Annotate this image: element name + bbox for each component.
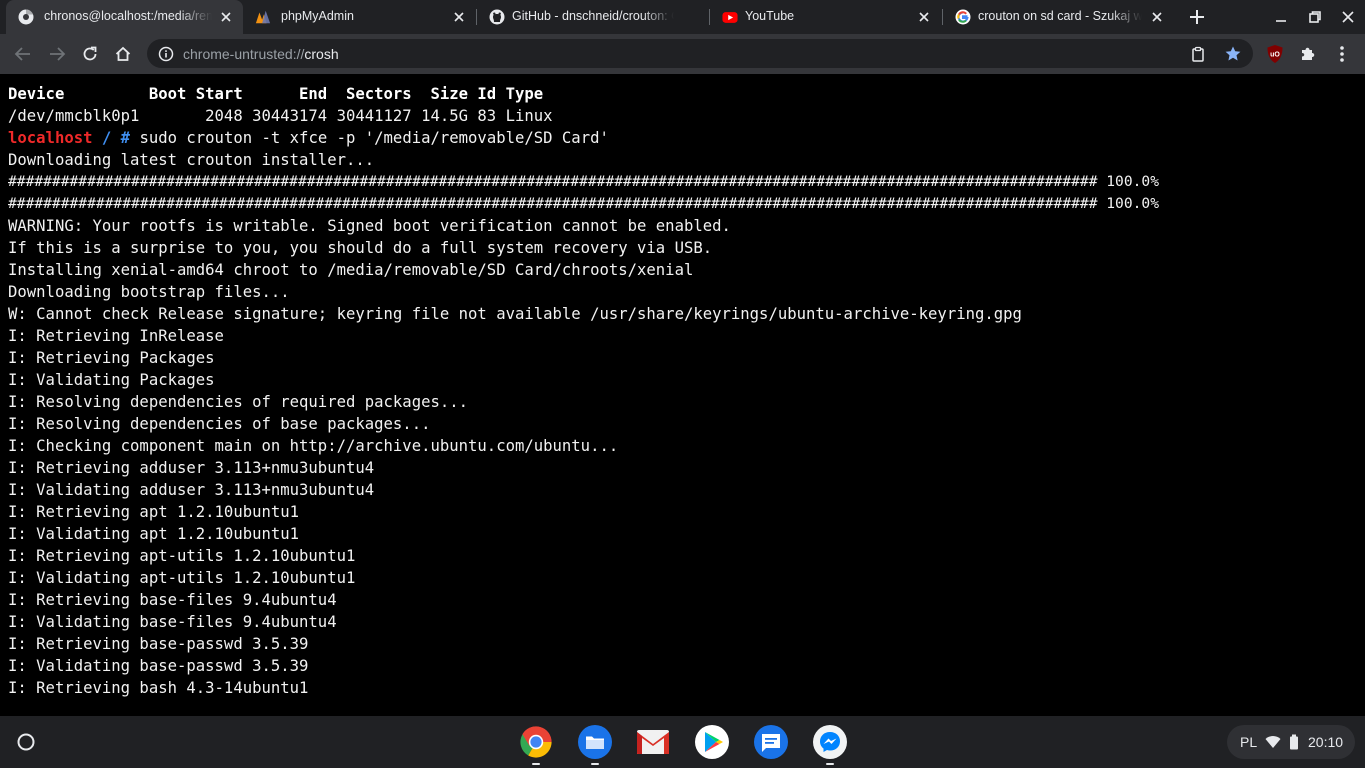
- terminal-progress-line: ########################################…: [8, 195, 1159, 212]
- battery-icon: [1286, 734, 1302, 750]
- terminal-line: I: Validating apt-utils 1.2.10ubuntu1: [8, 569, 356, 587]
- running-indicator: [591, 763, 599, 765]
- input-language: PL: [1240, 734, 1258, 750]
- bookmark-star-icon[interactable]: [1223, 44, 1243, 64]
- close-tab-icon[interactable]: [219, 10, 233, 24]
- tab-title: GitHub - dnschneid/crouton: Chromium OS: [512, 9, 674, 23]
- google-icon: [955, 9, 971, 25]
- wifi-icon: [1265, 734, 1281, 750]
- launcher-button[interactable]: [11, 727, 41, 757]
- url-scheme: chrome-untrusted://: [183, 46, 305, 62]
- clock: 20:10: [1308, 734, 1344, 750]
- new-tab-button[interactable]: [1187, 7, 1207, 27]
- terminal-line: I: Retrieving adduser 3.113+nmu3ubuntu4: [8, 459, 375, 477]
- messenger-icon[interactable]: [812, 724, 848, 760]
- terminal-line: I: Validating base-files 9.4ubuntu4: [8, 613, 337, 631]
- chrome-icon[interactable]: [518, 724, 554, 760]
- terminal-line: I: Retrieving InRelease: [8, 327, 224, 345]
- status-tray[interactable]: PL 20:10: [1227, 725, 1355, 759]
- terminal-line: WARNING: Your rootfs is writable. Signed…: [8, 217, 731, 235]
- clipboard-icon[interactable]: [1188, 44, 1208, 64]
- menu-kebab-icon[interactable]: [1331, 43, 1353, 65]
- reload-icon[interactable]: [79, 43, 101, 65]
- terminal-line: I: Resolving dependencies of required pa…: [8, 393, 469, 411]
- close-tab-icon[interactable]: [1150, 10, 1164, 24]
- back-arrow-icon[interactable]: [12, 43, 34, 65]
- terminal-line: Downloading bootstrap files...: [8, 283, 290, 301]
- running-indicator: [532, 763, 540, 765]
- terminal-prompt-line: localhost / # sudo crouton -t xfce -p '/…: [8, 127, 609, 149]
- terminal-line: Downloading latest crouton installer...: [8, 151, 375, 169]
- tab-title: phpMyAdmin: [281, 9, 354, 23]
- tab-title: crouton on sd card - Szukaj w Google: [978, 9, 1142, 23]
- tab-youtube[interactable]: YouTube: [710, 0, 943, 34]
- url-text: chrome-untrusted://crosh: [183, 46, 339, 62]
- tab-github[interactable]: GitHub - dnschneid/crouton: Chromium OS: [477, 0, 710, 34]
- svg-text:uO: uO: [1270, 52, 1280, 59]
- terminal-line: I: Validating base-passwd 3.5.39: [8, 657, 309, 675]
- terminal-line: I: Retrieving base-files 9.4ubuntu4: [8, 591, 337, 609]
- terminal-line: /dev/mmcblk0p1 2048 30443174 30441127 14…: [8, 107, 553, 125]
- terminal-progress-line: ########################################…: [8, 173, 1159, 190]
- terminal-line: I: Retrieving Packages: [8, 349, 215, 367]
- prompt-path: / #: [101, 129, 131, 147]
- terminal-line: I: Checking component main on http://arc…: [8, 437, 619, 455]
- ublock-origin-icon[interactable]: uO: [1264, 43, 1286, 65]
- prompt-command: sudo crouton -t xfce -p '/media/removabl…: [130, 129, 609, 147]
- tab-crosh[interactable]: chronos@localhost:/media/removable: [6, 0, 243, 34]
- shelf: PL 20:10: [0, 716, 1365, 768]
- tab-title: chronos@localhost:/media/removable: [44, 9, 212, 23]
- tab-strip: chronos@localhost:/media/removable phpMy…: [0, 0, 1365, 34]
- tab-google-search[interactable]: crouton on sd card - Szukaj w Google: [943, 0, 1176, 34]
- close-tab-icon[interactable]: [452, 10, 466, 24]
- browser-toolbar: chrome-untrusted://crosh uO: [0, 34, 1365, 74]
- address-bar[interactable]: chrome-untrusted://crosh: [147, 39, 1253, 68]
- terminal-line: I: Validating Packages: [8, 371, 215, 389]
- messages-icon[interactable]: [753, 724, 789, 760]
- terminal-output[interactable]: Device Boot Start End Sectors Size Id Ty…: [0, 74, 1365, 716]
- forward-arrow-icon[interactable]: [46, 43, 68, 65]
- youtube-icon: [722, 9, 738, 25]
- github-icon: [489, 9, 505, 25]
- url-host: crosh: [304, 46, 339, 62]
- terminal-line: If this is a surprise to you, you should…: [8, 239, 713, 257]
- terminal-line: I: Retrieving apt 1.2.10ubuntu1: [8, 503, 300, 521]
- restore-icon[interactable]: [1306, 8, 1324, 26]
- terminal-line: I: Validating apt 1.2.10ubuntu1: [8, 525, 300, 543]
- terminal-line: Installing xenial-amd64 chroot to /media…: [8, 261, 694, 279]
- crosh-icon: [18, 9, 34, 25]
- close-window-icon[interactable]: [1339, 8, 1357, 26]
- terminal-line: I: Validating adduser 3.113+nmu3ubuntu4: [8, 481, 375, 499]
- minimize-icon[interactable]: [1272, 8, 1290, 26]
- phpmyadmin-icon: [255, 9, 271, 25]
- site-info-icon[interactable]: [158, 46, 174, 62]
- terminal-line: I: Retrieving bash 4.3-14ubuntu1: [8, 679, 309, 697]
- terminal-line: W: Cannot check Release signature; keyri…: [8, 305, 1022, 323]
- gmail-icon[interactable]: [635, 724, 671, 760]
- terminal-line: I: Resolving dependencies of base packag…: [8, 415, 431, 433]
- running-indicator: [826, 763, 834, 765]
- home-icon[interactable]: [112, 43, 134, 65]
- tab-phpmyadmin[interactable]: phpMyAdmin: [243, 0, 476, 34]
- terminal-line: I: Retrieving base-passwd 3.5.39: [8, 635, 309, 653]
- extensions-puzzle-icon[interactable]: [1297, 43, 1319, 65]
- close-tab-icon[interactable]: [917, 10, 931, 24]
- files-icon[interactable]: [577, 724, 613, 760]
- play-store-icon[interactable]: [694, 724, 730, 760]
- tab-title: YouTube: [745, 9, 795, 23]
- terminal-line: Device Boot Start End Sectors Size Id Ty…: [8, 85, 544, 103]
- terminal-line: I: Retrieving apt-utils 1.2.10ubuntu1: [8, 547, 356, 565]
- prompt-host: localhost: [8, 129, 93, 147]
